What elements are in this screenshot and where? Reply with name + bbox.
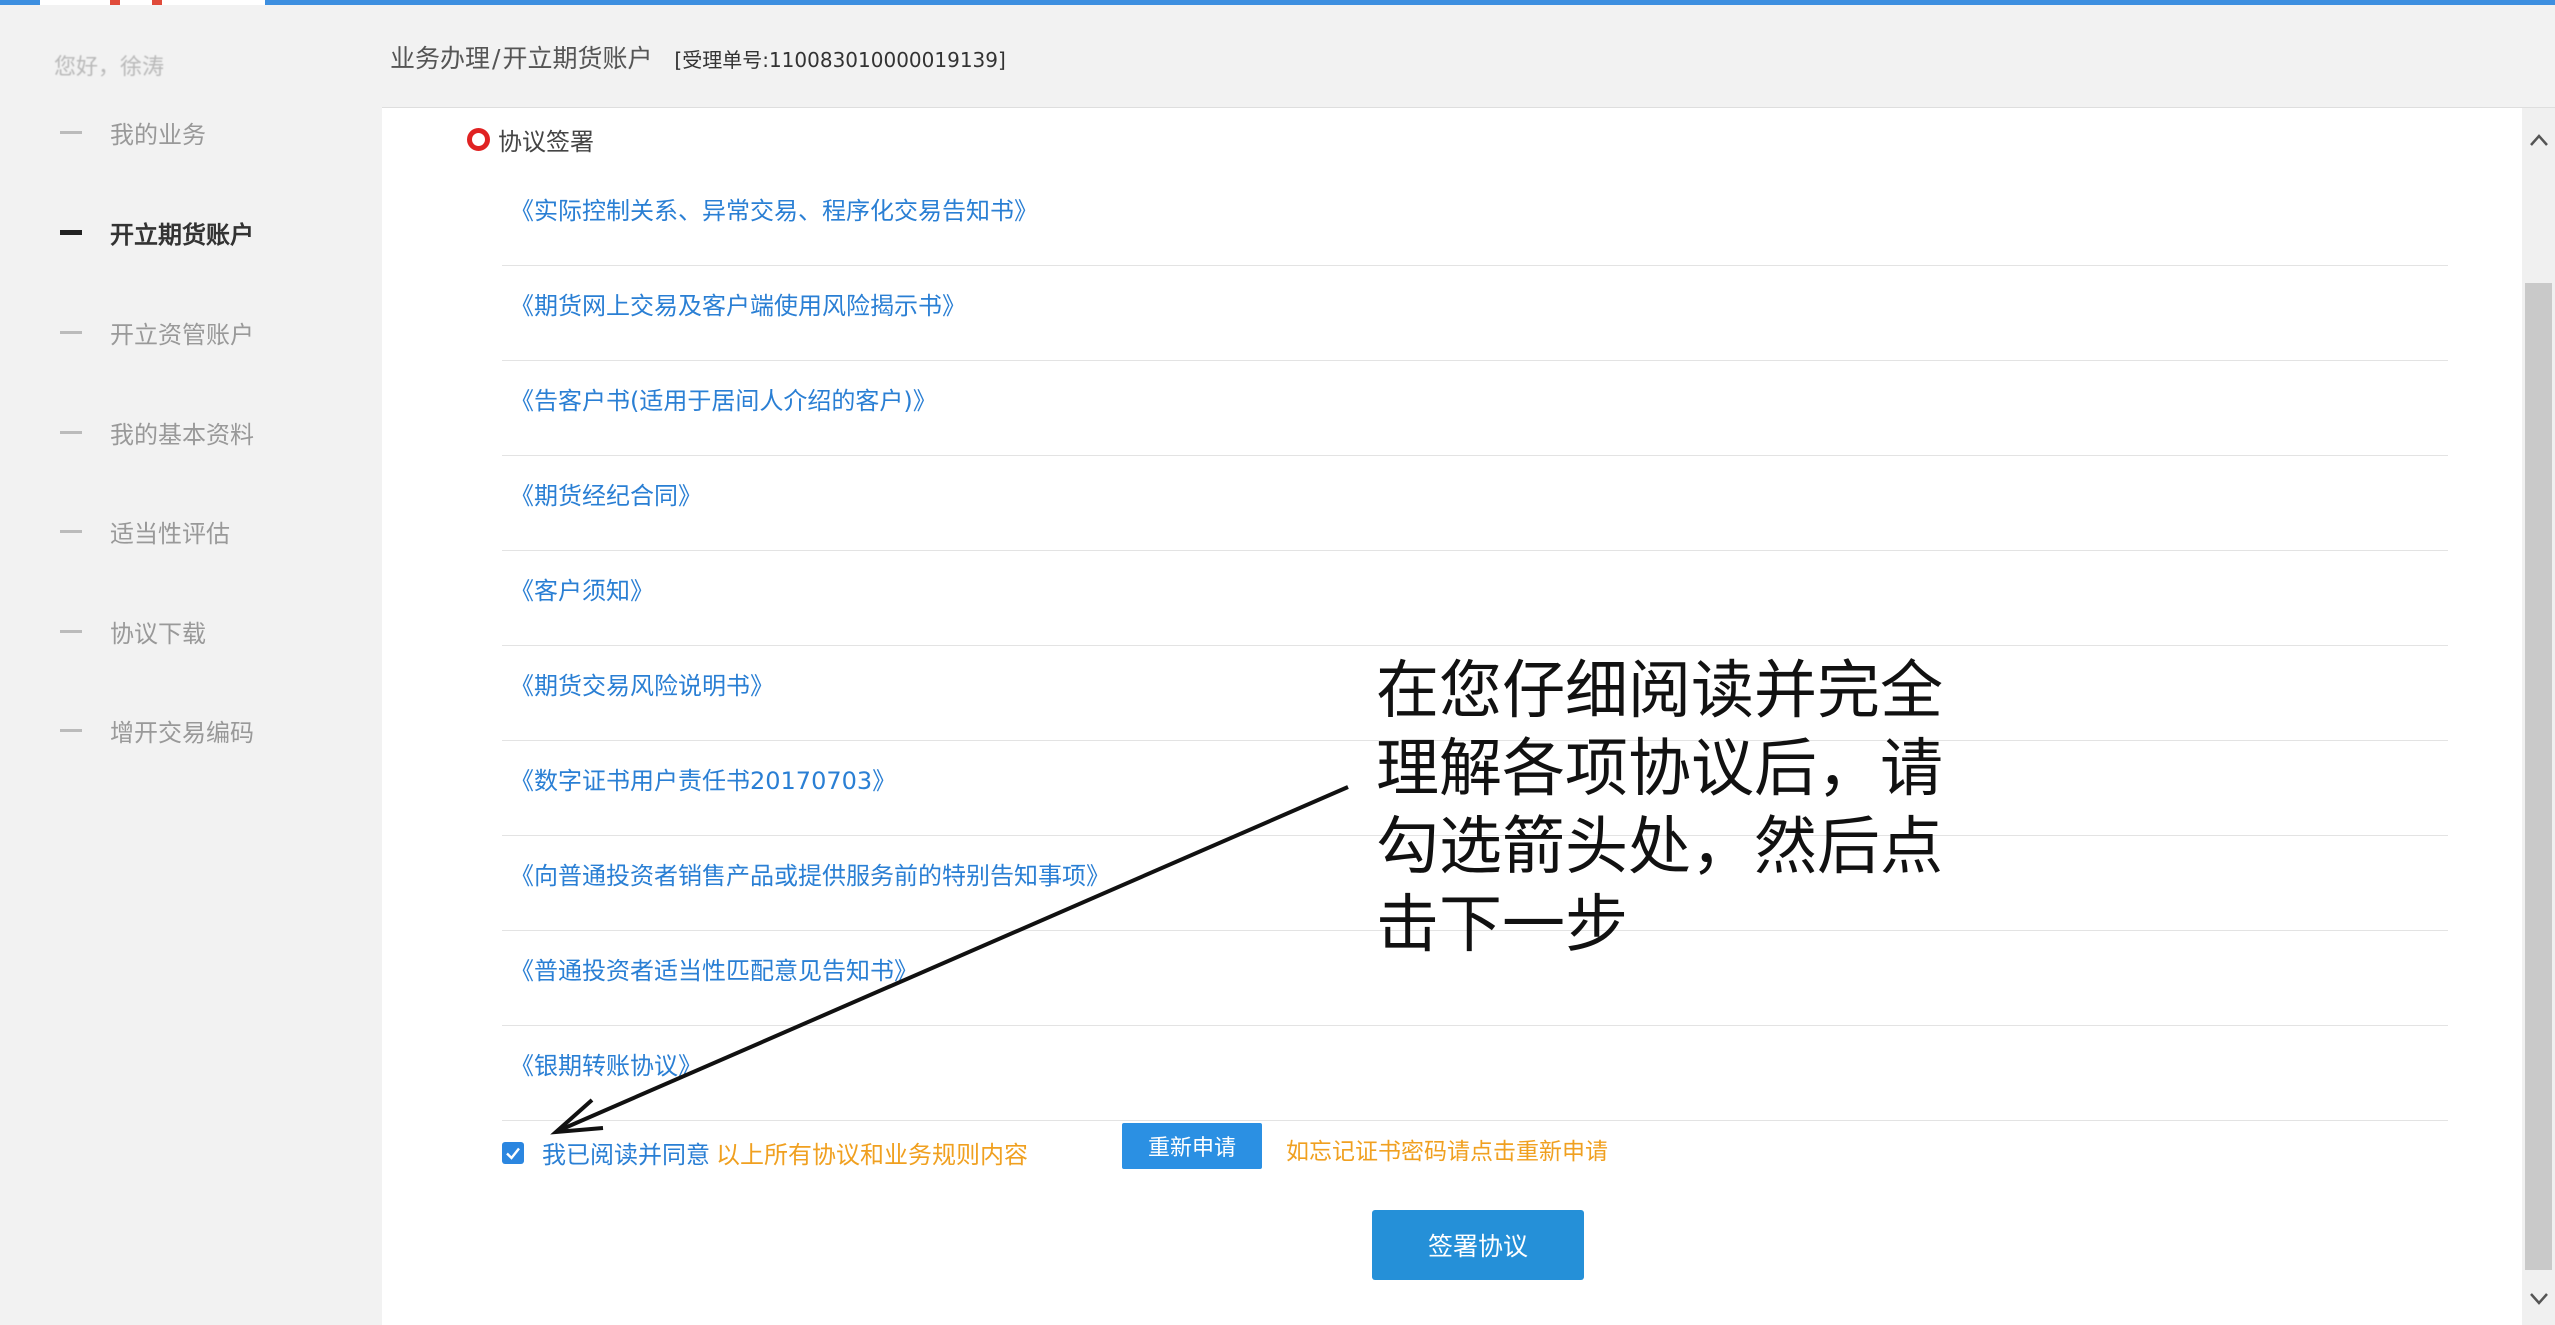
list-item: 《客户须知》 <box>502 551 2448 646</box>
dash-icon <box>60 131 82 134</box>
annotation-line: 击下一步 <box>1376 888 1628 961</box>
annotation-line: 在您仔细阅读并完全 <box>1376 654 1943 727</box>
annotation-line: 勾选箭头处，然后点 <box>1376 810 1943 883</box>
user-greeting: 您好，徐涛 <box>54 55 165 80</box>
agreement-link[interactable]: 《向普通投资者销售产品或提供服务前的特别告知事项》 <box>510 856 1110 891</box>
dash-icon <box>60 431 82 434</box>
list-item: 《实际控制关系、异常交易、程序化交易告知书》 <box>502 171 2448 266</box>
agreement-link[interactable]: 《期货网上交易及客户端使用风险揭示书》 <box>510 286 966 321</box>
reapply-button[interactable]: 重新申请 <box>1122 1123 1262 1169</box>
sidebar-item-label: 我的基本资料 <box>110 421 254 449</box>
agreement-link[interactable]: 《数字证书用户责任书20170703》 <box>510 761 896 796</box>
sidebar-item-label: 开立期货账户 <box>110 221 254 249</box>
sidebar: 您好，徐涛 我的业务 开立期货账户 开立资管账户 我的基本资料 适当性评估 协议… <box>0 5 382 1325</box>
sign-agreement-button[interactable]: 签署协议 <box>1372 1210 1584 1280</box>
breadcrumb-bar: 业务办理/开立期货账户 [受理单号:110083010000019139] <box>382 5 2555 108</box>
ticket-number: [受理单号:110083010000019139] <box>674 48 1006 72</box>
sidebar-item-label: 适当性评估 <box>110 520 230 548</box>
sidebar-item-my-business[interactable]: 我的业务 <box>60 115 206 150</box>
annotation-line: 理解各项协议后，请 <box>1376 732 1943 805</box>
breadcrumb: 业务办理/开立期货账户 [受理单号:110083010000019139] <box>390 39 1006 75</box>
agree-row: 我已阅读并同意 以上所有协议和业务规则内容 <box>502 1135 1028 1170</box>
sidebar-item-agreement-download[interactable]: 协议下载 <box>60 614 206 649</box>
agreement-list: 《实际控制关系、异常交易、程序化交易告知书》 《期货网上交易及客户端使用风险揭示… <box>502 171 2448 1121</box>
sidebar-item-add-trading-code[interactable]: 增开交易编码 <box>60 713 254 748</box>
breadcrumb-separator: / <box>492 44 501 73</box>
sidebar-item-label: 我的业务 <box>110 121 206 149</box>
agree-highlight: 以上所有协议和业务规则内容 <box>716 1141 1028 1169</box>
sidebar-item-label: 开立资管账户 <box>110 321 254 349</box>
sidebar-item-label: 增开交易编码 <box>110 719 254 747</box>
circle-marker-icon <box>467 128 490 151</box>
list-item: 《银期转账协议》 <box>502 1026 2448 1121</box>
agree-checkbox[interactable] <box>502 1141 524 1164</box>
list-item: 《期货经纪合同》 <box>502 456 2448 551</box>
sidebar-item-label: 协议下载 <box>110 620 206 648</box>
agree-label[interactable]: 我已阅读并同意 <box>542 1135 710 1170</box>
agreement-link[interactable]: 《普通投资者适当性匹配意见告知书》 <box>510 951 918 986</box>
section-title-text: 协议签署 <box>498 128 594 156</box>
sidebar-item-open-futures-account[interactable]: 开立期货账户 <box>60 215 254 250</box>
agreement-link[interactable]: 《实际控制关系、异常交易、程序化交易告知书》 <box>510 191 1038 226</box>
agreement-link[interactable]: 《期货经纪合同》 <box>510 476 702 511</box>
agreement-link[interactable]: 《期货交易风险说明书》 <box>510 666 774 701</box>
dash-icon <box>60 331 82 334</box>
sidebar-item-suitability[interactable]: 适当性评估 <box>60 514 230 549</box>
agreement-link[interactable]: 《银期转账协议》 <box>510 1046 702 1081</box>
dash-icon <box>60 729 82 732</box>
dash-icon <box>60 530 82 533</box>
agreement-link[interactable]: 《客户须知》 <box>510 571 654 606</box>
breadcrumb-item[interactable]: 业务办理 <box>390 44 490 73</box>
chevron-down-icon[interactable] <box>2522 1281 2555 1317</box>
dash-icon <box>60 230 82 235</box>
list-item: 《告客户书(适用于居间人介绍的客户)》 <box>502 361 2448 456</box>
dash-icon <box>60 630 82 633</box>
chevron-up-icon[interactable] <box>2522 122 2555 158</box>
sidebar-item-open-asset-account[interactable]: 开立资管账户 <box>60 315 254 350</box>
check-icon <box>506 1147 520 1160</box>
section-title: 协议签署 <box>467 122 594 157</box>
sidebar-item-basic-info[interactable]: 我的基本资料 <box>60 415 254 450</box>
scroll-thumb[interactable] <box>2525 283 2552 1270</box>
agreement-link[interactable]: 《告客户书(适用于居间人介绍的客户)》 <box>510 381 937 416</box>
instruction-annotation: 在您仔细阅读并完全 理解各项协议后，请 勾选箭头处，然后点 击下一步 <box>1376 652 1976 964</box>
list-item: 《期货网上交易及客户端使用风险揭示书》 <box>502 266 2448 361</box>
breadcrumb-item: 开立期货账户 <box>502 44 653 73</box>
scrollbar[interactable] <box>2522 108 2555 1325</box>
reapply-tip: 如忘记证书密码请点击重新申请 <box>1286 1139 1608 1165</box>
